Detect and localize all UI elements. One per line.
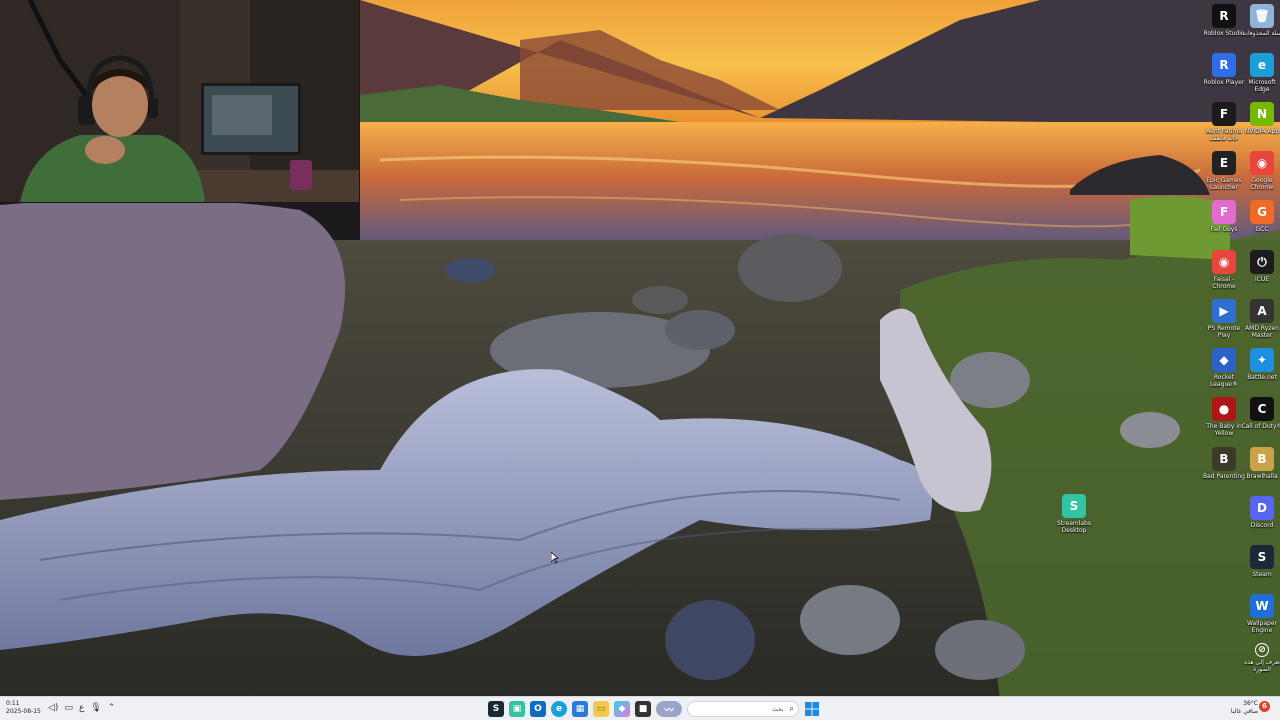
discord-icon: D	[1250, 496, 1274, 520]
taskbar-apps: S ▣ O e ▦ ▭ ◆ ■ 〰 بحث ⌕	[488, 699, 820, 719]
desktop-shortcut-label: سلة المحذوفات	[1242, 30, 1280, 37]
desktop-shortcut-label: Streamlabs Desktop	[1057, 520, 1091, 534]
taskbar-copilot-icon[interactable]: ◆	[614, 701, 630, 717]
desktop-shortcut[interactable]: F Fall Guys	[1204, 200, 1244, 233]
notification-badge[interactable]: 6	[1259, 701, 1270, 712]
recycle-bin-icon: 🗑	[1250, 4, 1274, 28]
desktop-shortcut[interactable]: A AMD Ryzen Master	[1242, 299, 1280, 339]
desktop-shortcut-label: AMD Ryzen Master	[1245, 325, 1279, 339]
start-windows-icon[interactable]	[804, 701, 820, 717]
webcam-overlay	[0, 0, 360, 203]
network-icon[interactable]: ▭	[64, 702, 73, 714]
mouse-cursor-icon	[551, 552, 559, 564]
baby-in-yellow-icon: ●	[1212, 397, 1236, 421]
ps-remote-play-icon: ▶	[1212, 299, 1236, 323]
desktop-shortcut[interactable]: ✦ Battle.net	[1242, 348, 1280, 381]
taskbar-search-highlight-icon[interactable]: 〰	[656, 701, 682, 717]
desktop-shortcut-label: Wallpaper Engine	[1246, 620, 1277, 634]
desktop-shortcut[interactable]: S Steam	[1242, 545, 1280, 578]
streamlabs-icon: S	[1062, 494, 1086, 518]
bad-parenting-icon: B	[1212, 447, 1236, 471]
epic-games-icon: E	[1212, 151, 1236, 175]
language-indicator[interactable]: ع	[79, 702, 84, 714]
rocket-league-icon: ◆	[1212, 348, 1236, 372]
roblox-player-icon: R	[1212, 53, 1236, 77]
wallpaper-engine-icon: W	[1250, 594, 1274, 618]
search-placeholder: بحث	[772, 705, 784, 713]
search-icon: ⌕	[789, 704, 794, 713]
desktop-shortcut-label: Steam	[1252, 571, 1272, 578]
desktop-shortcut[interactable]: G GCC	[1242, 200, 1280, 233]
desktop-shortcut-label: Call of Duty®	[1241, 423, 1280, 430]
amd-ryzen-icon: A	[1250, 299, 1274, 323]
chrome-profile-icon: ◉	[1212, 250, 1236, 274]
brawlhalla-icon: B	[1250, 447, 1274, 471]
desktop-shortcut-label: NVIDIA App	[1244, 128, 1280, 135]
desktop-shortcut[interactable]: C Call of Duty®	[1241, 397, 1280, 430]
desktop-shortcut[interactable]: ⊘ تعرف إلى هذه الصورة	[1242, 643, 1280, 673]
desktop-shortcut[interactable]: ⏻ iCUE	[1242, 250, 1280, 283]
learn-about-picture-icon: ⊘	[1255, 643, 1269, 657]
desktop-shortcut[interactable]: ◉ Google Chrome	[1242, 151, 1280, 191]
desktop-shortcut[interactable]: R Roblox Studio	[1203, 4, 1245, 37]
taskbar-task-view-icon[interactable]: ■	[635, 701, 651, 717]
desktop-shortcut-label: GCC	[1255, 226, 1269, 233]
desktop-shortcut[interactable]: E Epic Games Launcher	[1204, 151, 1244, 191]
desktop-shortcut-label: Brawlhalla	[1246, 473, 1278, 480]
desktop-shortcut[interactable]: ▶ PS Remote Play	[1204, 299, 1244, 339]
desktop-shortcut[interactable]: ◆ Rocket League®	[1204, 348, 1244, 388]
aunt-fatima-icon: F	[1212, 102, 1236, 126]
desktop-shortcut[interactable]: W Wallpaper Engine	[1242, 594, 1280, 634]
desktop-shortcut[interactable]: e Microsoft Edge	[1242, 53, 1280, 93]
nvidia-icon: N	[1250, 102, 1274, 126]
desktop-shortcut[interactable]: 🗑 سلة المحذوفات	[1242, 4, 1280, 37]
steam-icon: S	[1250, 545, 1274, 569]
system-tray: ◁) ▭ ع 🎙 ⌃	[48, 702, 115, 714]
desktop-shortcut[interactable]: R Roblox Player	[1204, 53, 1244, 86]
taskbar-store-icon[interactable]: ▦	[572, 701, 588, 717]
desktop-shortcut-label: Google Chrome	[1250, 177, 1274, 191]
gcc-icon: G	[1250, 200, 1274, 224]
fall-guys-icon: F	[1212, 200, 1236, 224]
desktop-shortcut[interactable]: D Discord	[1242, 496, 1280, 529]
weather-widget[interactable]: 36°C صافي غالبا	[1231, 700, 1258, 716]
desktop-shortcut-label: Microsoft Edge	[1248, 79, 1276, 93]
tray-overflow-chevron-icon[interactable]: ⌃	[108, 702, 116, 714]
taskbar-file-explorer-icon[interactable]: ▭	[593, 701, 609, 717]
taskbar: 0:11 2025-08-15 ◁) ▭ ع 🎙 ⌃ S ▣ O e ▦ ▭ ◆…	[0, 696, 1280, 720]
weather-temperature: 36°C	[1243, 700, 1258, 707]
battle-net-icon: ✦	[1250, 348, 1274, 372]
call-of-duty-icon: C	[1250, 397, 1274, 421]
desktop-shortcut[interactable]: ● The Baby in Yellow	[1204, 397, 1244, 437]
desktop-shortcut-label: Battle.net	[1247, 374, 1277, 381]
taskbar-clock[interactable]: 0:11 2025-08-15	[6, 700, 41, 716]
roblox-studio-icon: R	[1212, 4, 1236, 28]
desktop-shortcut-label: iCUE	[1254, 276, 1270, 283]
desktop-shortcut[interactable]: S Streamlabs Desktop	[1054, 494, 1094, 534]
taskbar-edge-icon[interactable]: e	[551, 701, 567, 717]
microphone-icon[interactable]: 🎙	[90, 702, 101, 714]
icue-icon: ⏻	[1250, 250, 1274, 274]
desktop-shortcut[interactable]: F Aunt Fatima خالة فاطمة	[1204, 102, 1244, 142]
taskbar-search-box[interactable]: بحث ⌕	[687, 701, 799, 717]
weather-description: صافي غالبا	[1230, 708, 1258, 715]
desktop-shortcut[interactable]: B Brawlhalla	[1242, 447, 1280, 480]
chrome-icon: ◉	[1250, 151, 1274, 175]
volume-icon[interactable]: ◁)	[48, 702, 58, 714]
desktop-shortcut[interactable]: ◉ Faisal - Chrome	[1204, 250, 1244, 290]
desktop-shortcut[interactable]: N NVIDIA App	[1242, 102, 1280, 135]
taskbar-steam-icon[interactable]: S	[488, 701, 504, 717]
edge-icon: e	[1250, 53, 1274, 77]
taskbar-outlook-icon[interactable]: O	[530, 701, 546, 717]
desktop-shortcut[interactable]: B Bad Parenting	[1203, 447, 1245, 480]
desktop-shortcut-label: تعرف إلى هذه الصورة	[1244, 659, 1280, 673]
clock-time: 0:11	[6, 700, 20, 707]
desktop-shortcut-label: Discord	[1250, 522, 1274, 529]
taskbar-streamlabs-icon[interactable]: ▣	[509, 701, 525, 717]
clock-date: 2025-08-15	[6, 708, 41, 715]
